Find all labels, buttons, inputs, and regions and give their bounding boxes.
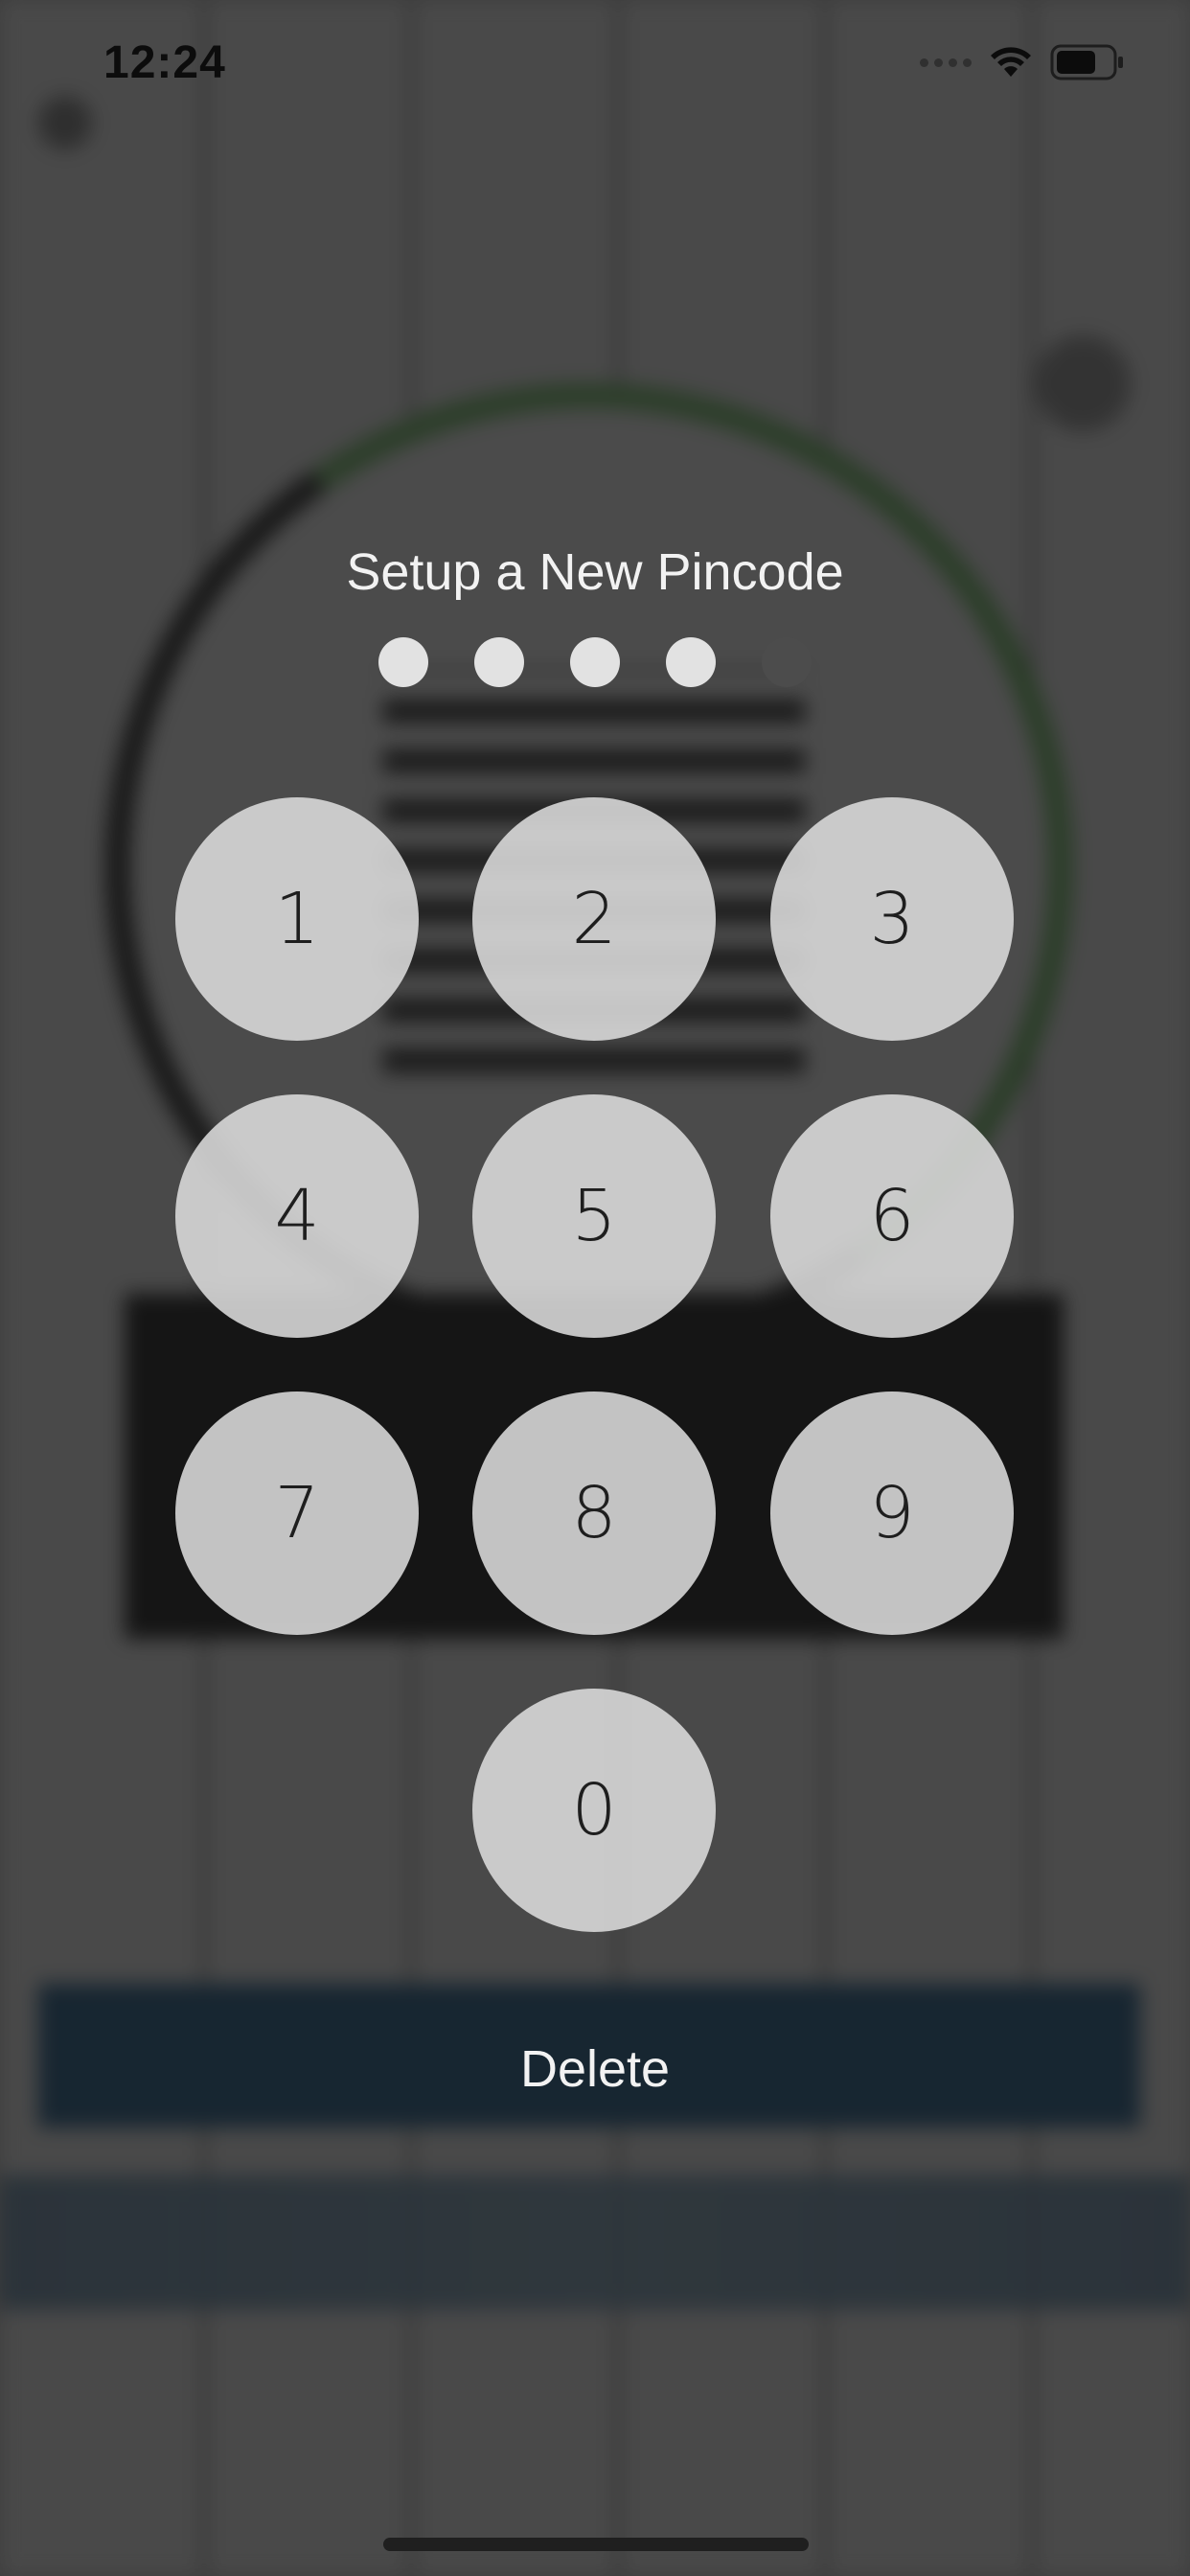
keypad-key-0[interactable]: 0 xyxy=(472,1689,716,1932)
status-time: 12:24 xyxy=(103,37,226,88)
battery-icon xyxy=(1050,44,1123,80)
keypad-key-6[interactable]: 6 xyxy=(770,1094,1014,1338)
keypad-key-7[interactable]: 7 xyxy=(175,1392,419,1635)
keypad-key-3[interactable]: 3 xyxy=(770,797,1014,1041)
keypad-key-9[interactable]: 9 xyxy=(770,1392,1014,1635)
status-icons xyxy=(920,44,1125,80)
pincode-dot-empty xyxy=(762,637,812,687)
home-indicator[interactable] xyxy=(383,2538,809,2551)
pincode-dot-filled xyxy=(666,637,716,687)
keypad-key-5[interactable]: 5 xyxy=(472,1094,716,1338)
keypad-key-4[interactable]: 4 xyxy=(175,1094,419,1338)
keypad-key-2[interactable]: 2 xyxy=(472,797,716,1041)
wifi-icon xyxy=(991,47,1031,77)
keypad-key-8[interactable]: 8 xyxy=(472,1392,716,1635)
cellular-signal-icon xyxy=(920,58,972,67)
keypad-key-1[interactable]: 1 xyxy=(175,797,419,1041)
pincode-title: Setup a New Pincode xyxy=(346,543,844,601)
pincode-dot-filled xyxy=(570,637,620,687)
delete-button[interactable]: Delete xyxy=(0,2039,1190,2099)
pincode-dot-filled xyxy=(378,637,428,687)
pincode-dot-filled xyxy=(474,637,524,687)
pincode-indicator xyxy=(378,637,812,687)
